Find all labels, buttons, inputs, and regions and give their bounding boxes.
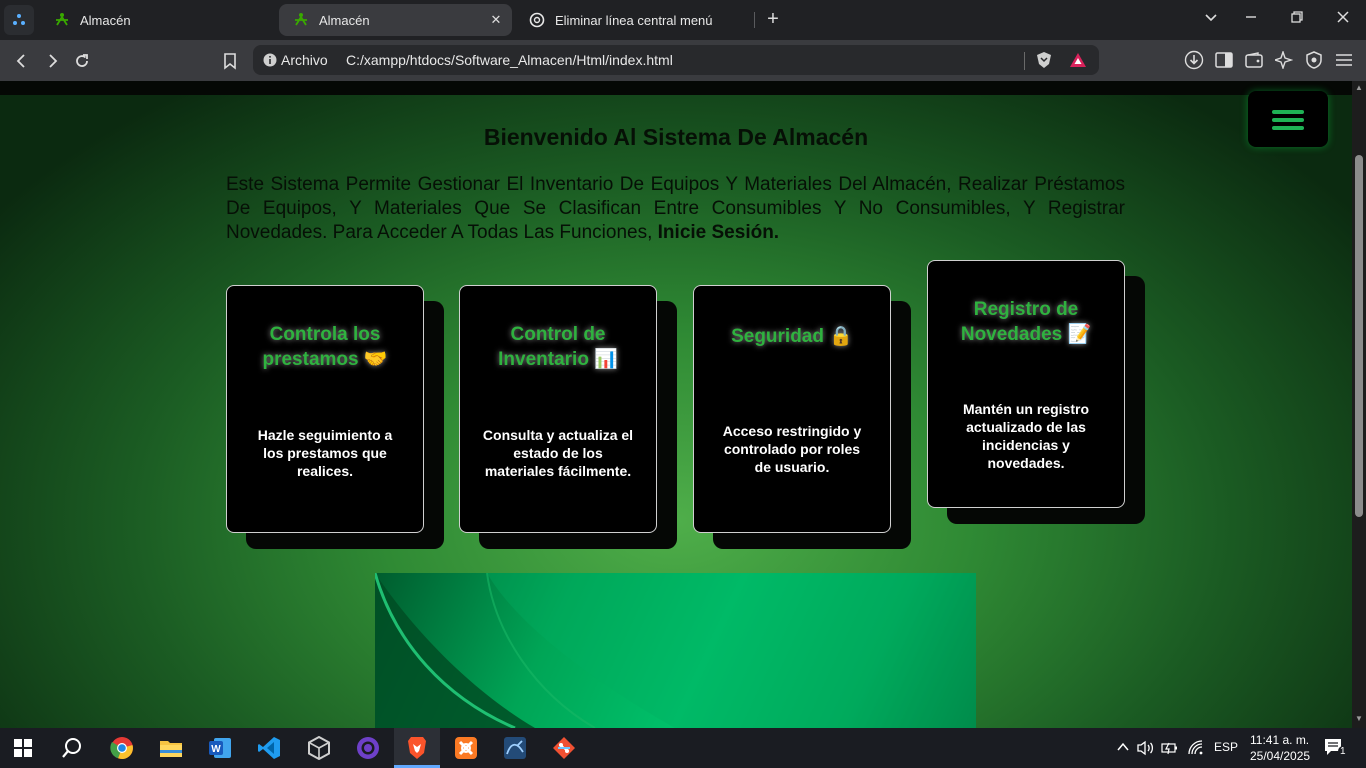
web-page: Bienvenido Al Sistema De Almacén Este Si… — [0, 81, 1352, 728]
browser-tab-strip: Almacén Almacén ✕ Eliminar línea central… — [0, 0, 1366, 40]
card-body: Registro de Novedades 📝 Mantén un regist… — [927, 260, 1125, 508]
vpn-shield-icon[interactable] — [1304, 50, 1324, 70]
intro-paragraph: Este Sistema Permite Gestionar El Invent… — [226, 173, 1125, 245]
url-divider — [1024, 52, 1025, 70]
clock-date: 25/04/2025 — [1250, 749, 1311, 763]
tab-label: Almacén — [80, 12, 131, 28]
xampp-icon[interactable] — [443, 728, 489, 768]
login-link[interactable]: Inicie Sesión. — [658, 222, 779, 243]
hamburger-line — [1272, 118, 1304, 122]
chrome-icon[interactable] — [99, 728, 145, 768]
github-desktop-icon[interactable] — [345, 728, 391, 768]
scroll-down-icon[interactable]: ▼ — [1354, 714, 1364, 724]
feature-card-inventory[interactable]: Control de Inventario 📊 Consulta y actua… — [459, 285, 677, 549]
card-body: Control de Inventario 📊 Consulta y actua… — [459, 285, 657, 533]
feature-card-incidents[interactable]: Registro de Novedades 📝 Mantén un regist… — [927, 260, 1145, 524]
sidebar-icon[interactable] — [1214, 50, 1234, 70]
scroll-up-icon[interactable]: ▲ — [1354, 83, 1364, 93]
main-menu-icon[interactable] — [1334, 50, 1354, 70]
hamburger-line — [1272, 110, 1304, 114]
svg-text:W: W — [211, 744, 221, 755]
url-scheme-label: Archivo — [281, 52, 328, 68]
download-icon[interactable] — [1184, 50, 1204, 70]
unity-icon[interactable] — [296, 728, 342, 768]
tab-search-chevron-icon[interactable] — [1199, 8, 1223, 32]
tab-label: Almacén — [319, 12, 370, 28]
page-header-strip — [0, 81, 1352, 95]
brave-icon[interactable] — [394, 728, 440, 768]
file-explorer-icon[interactable] — [148, 728, 194, 768]
page-title: Bienvenido Al Sistema De Almacén — [483, 124, 869, 150]
tab-groups-icon[interactable] — [4, 5, 34, 35]
tab-almacen-1[interactable]: Almacén — [40, 4, 272, 36]
new-tab-button[interactable]: + — [762, 8, 784, 30]
chatgpt-icon — [529, 12, 545, 28]
card-text: Mantén un registro actualizado de las in… — [962, 401, 1089, 471]
close-tab-icon[interactable]: ✕ — [488, 12, 504, 28]
browser-toolbar: Archivo C:/xampp/htdocs/Software_Almacen… — [0, 40, 1366, 81]
card-text: Acceso restringido y controlado por role… — [722, 423, 862, 475]
card-title: Controla los prestamos 🤝 — [262, 324, 388, 370]
card-body: Seguridad 🔒 Acceso restringido y control… — [693, 285, 891, 533]
back-icon[interactable] — [9, 48, 35, 74]
mysql-workbench-icon[interactable] — [492, 728, 538, 768]
brave-shields-icon[interactable] — [1035, 51, 1053, 69]
wifi-icon[interactable] — [1187, 740, 1205, 756]
close-window-icon[interactable] — [1331, 8, 1355, 32]
card-text: Consulta y actualiza el estado de los ma… — [482, 427, 634, 479]
keyboard-language[interactable]: ESP — [1214, 740, 1238, 754]
scrollbar-thumb[interactable] — [1355, 155, 1363, 517]
forward-icon[interactable] — [39, 48, 65, 74]
search-icon[interactable] — [49, 728, 95, 768]
tab-almacen-active[interactable]: Almacén ✕ — [279, 4, 512, 36]
windows-start-icon[interactable] — [0, 728, 46, 768]
tab-label: Eliminar línea central menú — [555, 12, 713, 28]
sena-logo-icon — [54, 12, 70, 28]
clock-time: 11:41 a. m. — [1250, 733, 1310, 747]
notification-count: 1 — [1338, 746, 1348, 757]
restore-icon[interactable] — [1285, 8, 1309, 32]
volume-icon[interactable] — [1137, 740, 1155, 756]
card-title: Control de Inventario 📊 — [498, 324, 618, 370]
hero-image — [375, 573, 976, 728]
battery-charging-icon[interactable] — [1161, 740, 1179, 756]
tab-chatgpt[interactable]: Eliminar línea central menú — [515, 4, 755, 36]
info-icon[interactable] — [263, 53, 277, 67]
git-icon[interactable] — [541, 728, 587, 768]
card-text: Hazle seguimiento a los prestamos que re… — [257, 427, 393, 479]
clock[interactable]: 11:41 a. m. 25/04/2025 — [1250, 732, 1310, 764]
card-title: Seguridad 🔒 — [731, 326, 853, 347]
page-scrollbar[interactable]: ▲ ▼ — [1352, 81, 1366, 728]
feature-card-security[interactable]: Seguridad 🔒 Acceso restringido y control… — [693, 285, 911, 549]
brave-rewards-icon[interactable] — [1069, 51, 1087, 69]
minimize-icon[interactable] — [1239, 8, 1263, 32]
address-bar[interactable]: Archivo C:/xampp/htdocs/Software_Almacen… — [253, 45, 1099, 75]
word-icon[interactable]: W — [197, 728, 243, 768]
leo-ai-icon[interactable] — [1274, 50, 1294, 70]
reload-icon[interactable] — [69, 48, 95, 74]
feature-card-loans[interactable]: Controla los prestamos 🤝 Hazle seguimien… — [226, 285, 444, 549]
notification-center-icon[interactable]: 1 — [1324, 738, 1348, 758]
windows-taskbar: W ESP 11:41 a. m. 25/04/2025 1 — [0, 728, 1366, 768]
card-title: Registro de Novedades 📝 — [960, 299, 1092, 345]
wallet-icon[interactable] — [1244, 50, 1264, 70]
bookmark-icon[interactable] — [217, 48, 243, 74]
sena-logo-icon — [293, 12, 309, 28]
tray-chevron-up-icon[interactable] — [1114, 740, 1132, 756]
url-text[interactable]: C:/xampp/htdocs/Software_Almacen/Html/in… — [346, 52, 673, 68]
tab-separator — [754, 12, 755, 28]
vscode-icon[interactable] — [246, 728, 292, 768]
card-body: Controla los prestamos 🤝 Hazle seguimien… — [226, 285, 424, 533]
hero-swoosh-graphic — [375, 573, 976, 728]
